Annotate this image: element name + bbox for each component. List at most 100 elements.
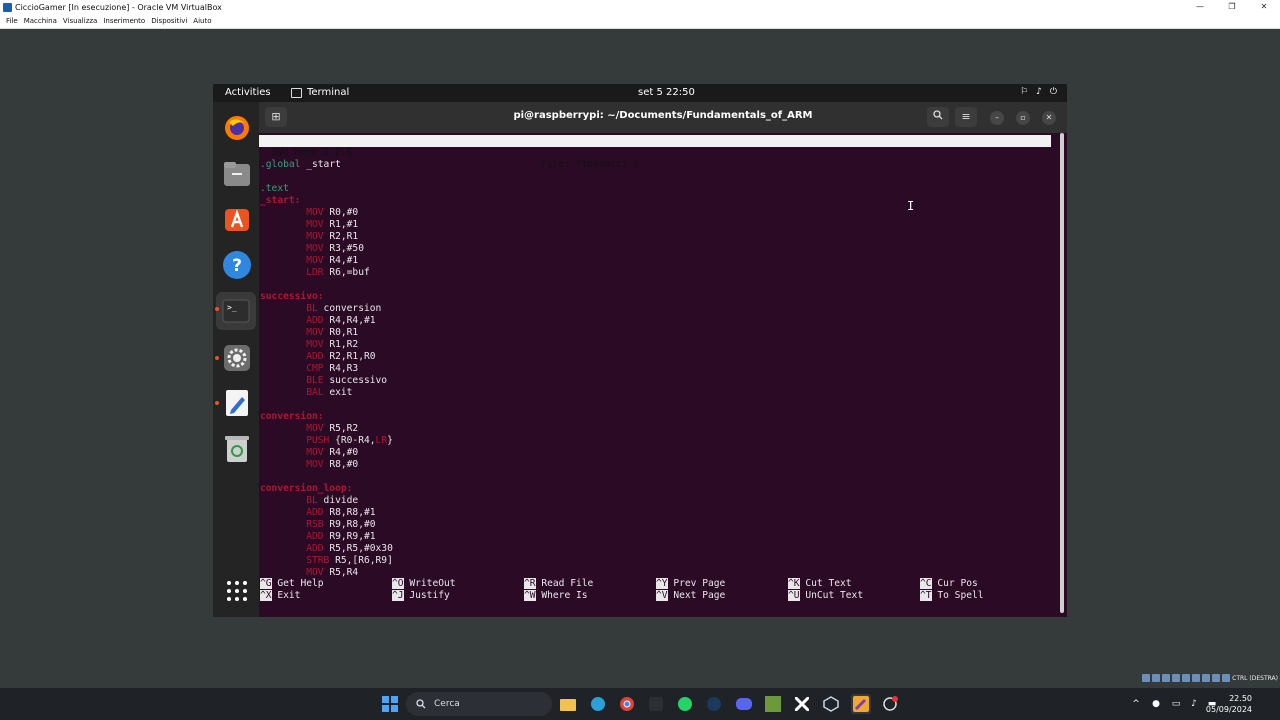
menu-visualizza[interactable]: Visualizza bbox=[63, 17, 97, 25]
code-text: _start bbox=[300, 159, 341, 170]
host-window-title: CiccioGamer [In esecuzione] - Oracle VM … bbox=[15, 2, 222, 12]
nano-shortcut[interactable]: ^Y Prev Page bbox=[656, 578, 725, 590]
nano-shortcut[interactable]: ^R Read File bbox=[524, 578, 593, 590]
tray-volume-icon[interactable]: ♪ bbox=[1184, 694, 1204, 714]
audio-status-icon[interactable] bbox=[1162, 674, 1171, 682]
code-keyword: BAL bbox=[306, 387, 324, 398]
show-apps-icon[interactable] bbox=[221, 575, 252, 606]
guest-screen: Activities Terminal set 5 22:50 ⚐ ♪ ⏻ ? … bbox=[213, 84, 1067, 617]
taskbar-clock[interactable]: 22.50 05/09/2024 bbox=[1206, 693, 1252, 715]
taskbar-search-placeholder: Cerca bbox=[434, 699, 460, 709]
code-line: BAL exit bbox=[260, 387, 352, 399]
code-text: R8,#0 bbox=[323, 459, 359, 470]
steam-icon[interactable] bbox=[704, 694, 724, 714]
help-icon[interactable]: ? bbox=[221, 249, 252, 280]
settings-icon[interactable] bbox=[221, 342, 252, 373]
nano-editor[interactable]: GNU nano 2.2.6 File: fibonacci.s .global… bbox=[259, 133, 1059, 617]
minimize-button[interactable]: — bbox=[1184, 0, 1216, 14]
nano-shortcut[interactable]: ^U UnCut Text bbox=[788, 590, 863, 602]
code-text: R9,R8,#0 bbox=[323, 519, 376, 530]
code-line: BL divide bbox=[260, 495, 358, 507]
optical-status-icon[interactable] bbox=[1152, 674, 1161, 682]
terminal-running-indicator bbox=[215, 307, 219, 311]
code-keyword: STRB bbox=[306, 555, 330, 566]
code-keyword: BLE bbox=[306, 375, 324, 386]
shortcut-key: ^O bbox=[392, 578, 404, 589]
menu-macchina[interactable]: Macchina bbox=[24, 17, 57, 25]
nano-shortcut[interactable]: ^V Next Page bbox=[656, 590, 725, 602]
app-menu-label: Terminal bbox=[307, 87, 350, 98]
nano-shortcut[interactable]: ^T To Spell bbox=[920, 590, 984, 602]
svg-text:?: ? bbox=[232, 256, 242, 276]
nano-shortcut[interactable]: ^J Justify bbox=[392, 590, 450, 602]
taskbar-search-box[interactable]: Cerca bbox=[406, 692, 552, 716]
nano-shortcut[interactable]: ^C Cur Pos bbox=[920, 578, 978, 590]
hamburger-menu-button[interactable]: ≡ bbox=[955, 107, 977, 127]
tray-network-icon[interactable]: ▭ bbox=[1166, 694, 1186, 714]
trash-icon[interactable] bbox=[221, 433, 252, 464]
app-icon[interactable] bbox=[646, 694, 666, 714]
display-status-icon[interactable] bbox=[1202, 674, 1211, 682]
search-button[interactable] bbox=[927, 107, 949, 127]
whatsapp-icon[interactable] bbox=[675, 694, 695, 714]
minecraft-icon[interactable] bbox=[763, 694, 783, 714]
code-text: R4,#0 bbox=[323, 447, 359, 458]
code-keyword: BL bbox=[306, 495, 318, 506]
menu-inserimento[interactable]: Inserimento bbox=[103, 17, 145, 25]
shortcut-label: Next Page bbox=[667, 590, 726, 601]
virtualbox-icon[interactable] bbox=[821, 694, 841, 714]
window-close-button[interactable]: ✕ bbox=[1042, 111, 1056, 125]
editor-icon[interactable] bbox=[851, 694, 871, 714]
edge-icon[interactable] bbox=[588, 694, 608, 714]
chrome-icon[interactable] bbox=[617, 694, 637, 714]
terminal-scrollbar[interactable] bbox=[1060, 133, 1064, 613]
host-titlebar: CiccioGamer [In esecuzione] - Oracle VM … bbox=[0, 0, 1280, 14]
code-line: MOV R1,#1 bbox=[260, 219, 358, 231]
network-status-icon[interactable] bbox=[1172, 674, 1181, 682]
menu-aiuto[interactable]: Aiuto bbox=[193, 17, 211, 25]
shortcut-label: Get Help bbox=[271, 578, 324, 589]
window-maximize-button[interactable]: ▫ bbox=[1016, 111, 1030, 125]
code-keyword: LDR bbox=[306, 267, 324, 278]
window-minimize-button[interactable]: – bbox=[990, 111, 1004, 125]
files-icon[interactable] bbox=[221, 158, 252, 189]
activities-button[interactable]: Activities bbox=[225, 87, 271, 98]
nano-shortcut[interactable]: ^O WriteOut bbox=[392, 578, 456, 590]
nano-shortcut[interactable]: ^G Get Help bbox=[260, 578, 324, 590]
text-editor-icon[interactable] bbox=[221, 387, 252, 418]
shared-folders-icon[interactable] bbox=[1192, 674, 1201, 682]
top-bar-clock[interactable]: set 5 22:50 bbox=[638, 87, 695, 98]
app-center-icon[interactable] bbox=[221, 203, 252, 234]
firefox-icon[interactable] bbox=[221, 112, 252, 143]
host-key-label: CTRL (DESTRA) bbox=[1232, 674, 1278, 682]
capcut-icon[interactable] bbox=[792, 694, 812, 714]
terminal-icon[interactable]: >_ bbox=[216, 292, 256, 330]
maximize-button[interactable]: ❐ bbox=[1216, 0, 1248, 14]
code-keyword: MOV bbox=[306, 459, 324, 470]
hdd-status-icon[interactable] bbox=[1142, 674, 1151, 682]
code-line: RSB R9,R8,#0 bbox=[260, 519, 376, 531]
file-explorer-icon[interactable] bbox=[558, 694, 578, 714]
usb-status-icon[interactable] bbox=[1182, 674, 1191, 682]
app2-icon[interactable] bbox=[880, 694, 900, 714]
recording-status-icon[interactable] bbox=[1212, 674, 1221, 682]
nano-shortcut[interactable]: ^X Exit bbox=[260, 590, 300, 602]
app-menu[interactable]: Terminal bbox=[291, 87, 349, 98]
shortcut-key: ^K bbox=[788, 578, 800, 589]
system-menu[interactable]: ⚐ ♪ ⏻ bbox=[1020, 87, 1057, 97]
windows-start-icon[interactable] bbox=[380, 694, 400, 714]
microphone-icon[interactable]: ● bbox=[1146, 694, 1166, 714]
nano-shortcut[interactable]: ^W Where Is bbox=[524, 590, 588, 602]
menu-file[interactable]: File bbox=[6, 17, 18, 25]
close-button[interactable]: ✕ bbox=[1248, 0, 1280, 14]
nano-shortcut[interactable]: ^K Cut Text bbox=[788, 578, 852, 590]
mouse-integration-icon[interactable] bbox=[1222, 674, 1231, 682]
discord-icon[interactable] bbox=[734, 694, 754, 714]
tray-chevron-icon[interactable]: ^ bbox=[1126, 694, 1146, 714]
menu-dispositivi[interactable]: Dispositivi bbox=[151, 17, 187, 25]
